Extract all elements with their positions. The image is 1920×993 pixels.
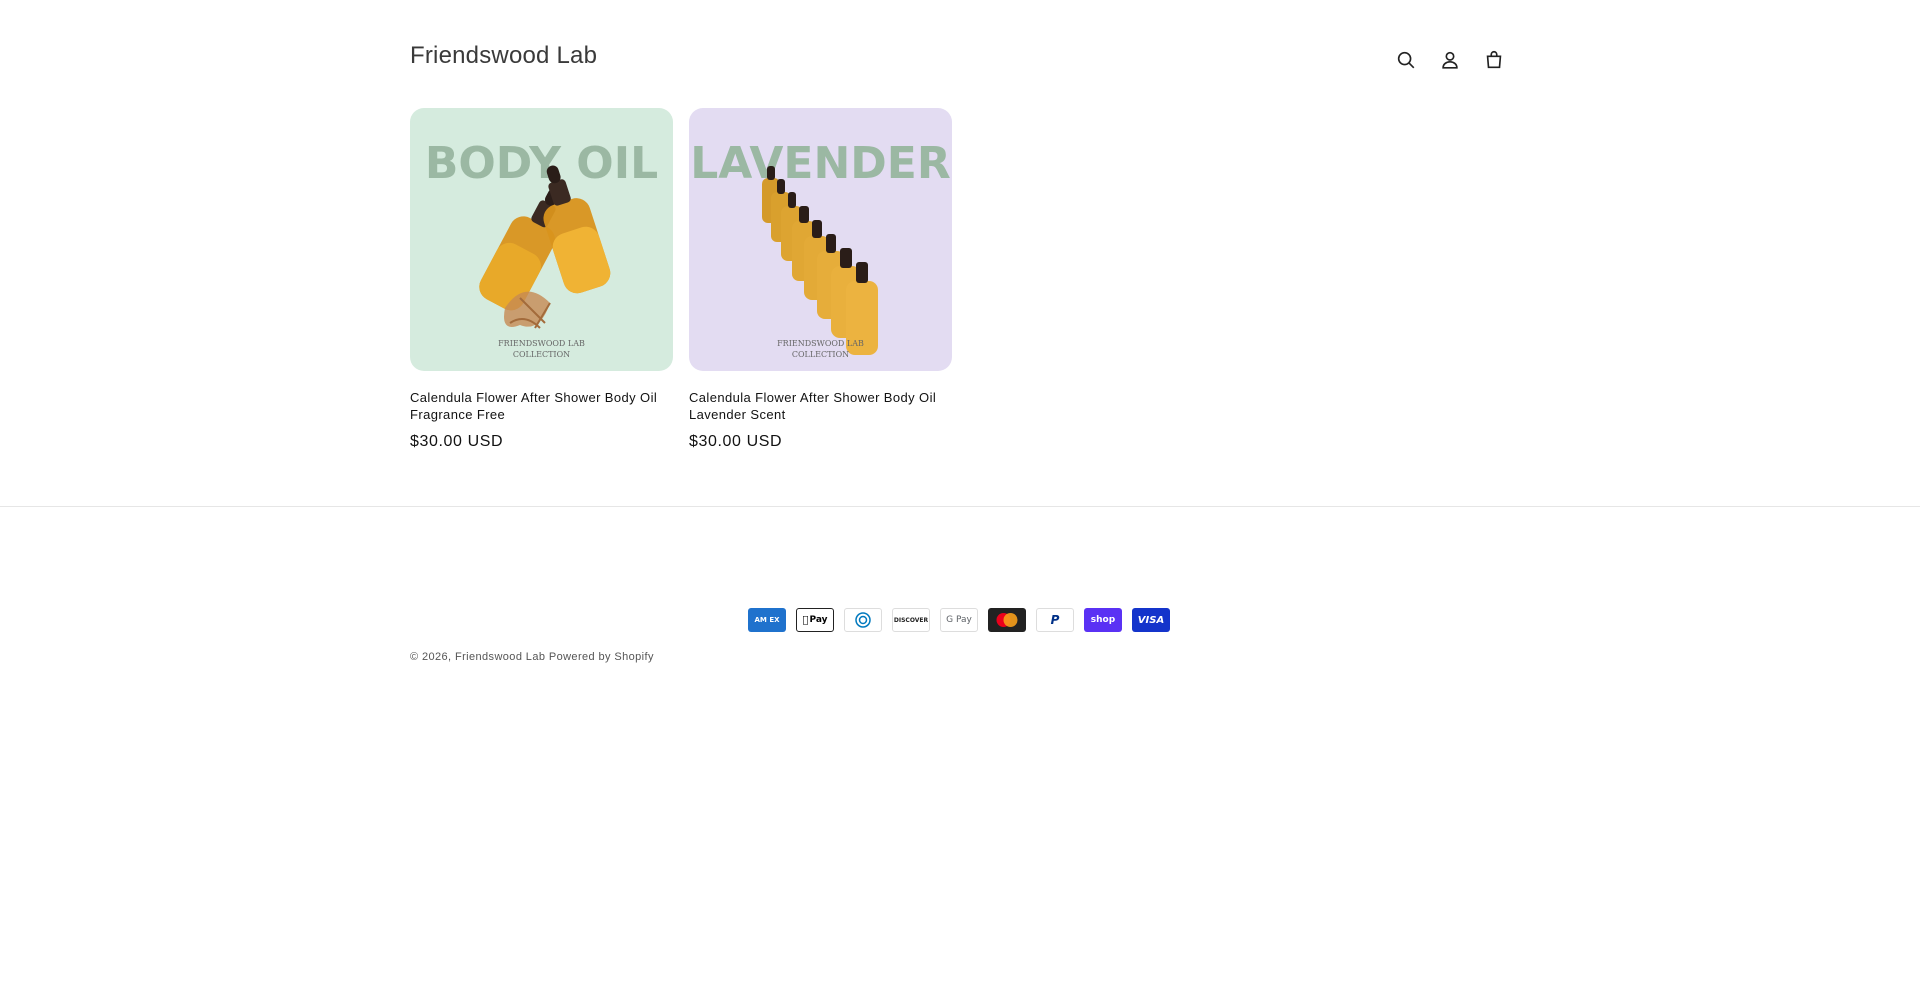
cart-icon[interactable] (1478, 44, 1510, 76)
svg-text:FRIENDSWOOD LAB: FRIENDSWOOD LAB (498, 339, 585, 348)
image-heading: BODY OIL (425, 138, 658, 189)
product-card[interactable]: BODY OIL FRIENDSWOOD LAB COLLECTION Cale… (410, 108, 673, 451)
image-heading: LAVENDER (690, 138, 951, 189)
apple-pay-icon: Pay (796, 608, 834, 632)
copyright: © 2026, Friendswood Lab Powered by Shopi… (410, 651, 654, 663)
diners-club-icon (844, 608, 882, 632)
svg-text:FRIENDSWOOD LAB: FRIENDSWOOD LAB (777, 339, 864, 348)
product-card[interactable]: LAVENDER FRIENDSWOOD LAB COLLECTION Cale… (689, 108, 952, 451)
store-logo[interactable]: Friendswood Lab (410, 42, 597, 70)
google-pay-icon: G Pay (940, 608, 978, 632)
site-header: Friendswood Lab (410, 38, 1510, 78)
product-title[interactable]: Calendula Flower After Shower Body Oil L… (689, 389, 952, 423)
product-image[interactable]: BODY OIL FRIENDSWOOD LAB COLLECTION (410, 108, 673, 371)
payment-icons: AM EX Pay DISCOVER G Pay P shop VISA (748, 608, 1170, 632)
mastercard-icon (988, 608, 1026, 632)
svg-text:COLLECTION: COLLECTION (792, 350, 849, 359)
product-grid: BODY OIL FRIENDSWOOD LAB COLLECTION Cale… (410, 108, 952, 451)
shop-pay-icon: shop (1084, 608, 1122, 632)
svg-text:COLLECTION: COLLECTION (513, 350, 570, 359)
amex-icon: AM EX (748, 608, 786, 632)
footer-divider (0, 506, 1920, 507)
header-icons (1390, 44, 1510, 76)
product-image[interactable]: LAVENDER FRIENDSWOOD LAB COLLECTION (689, 108, 952, 371)
copyright-year: © 2026, (410, 651, 452, 663)
search-icon[interactable] (1390, 44, 1422, 76)
product-title[interactable]: Calendula Flower After Shower Body Oil F… (410, 389, 673, 423)
paypal-icon: P (1036, 608, 1074, 632)
account-icon[interactable] (1434, 44, 1466, 76)
product-price: $30.00 USD (410, 433, 504, 450)
visa-icon: VISA (1132, 608, 1170, 632)
discover-icon: DISCOVER (892, 608, 930, 632)
powered-by-shopify-link[interactable]: Powered by Shopify (549, 651, 654, 663)
footer-store-link[interactable]: Friendswood Lab (455, 651, 545, 663)
product-price: $30.00 USD (689, 433, 783, 450)
